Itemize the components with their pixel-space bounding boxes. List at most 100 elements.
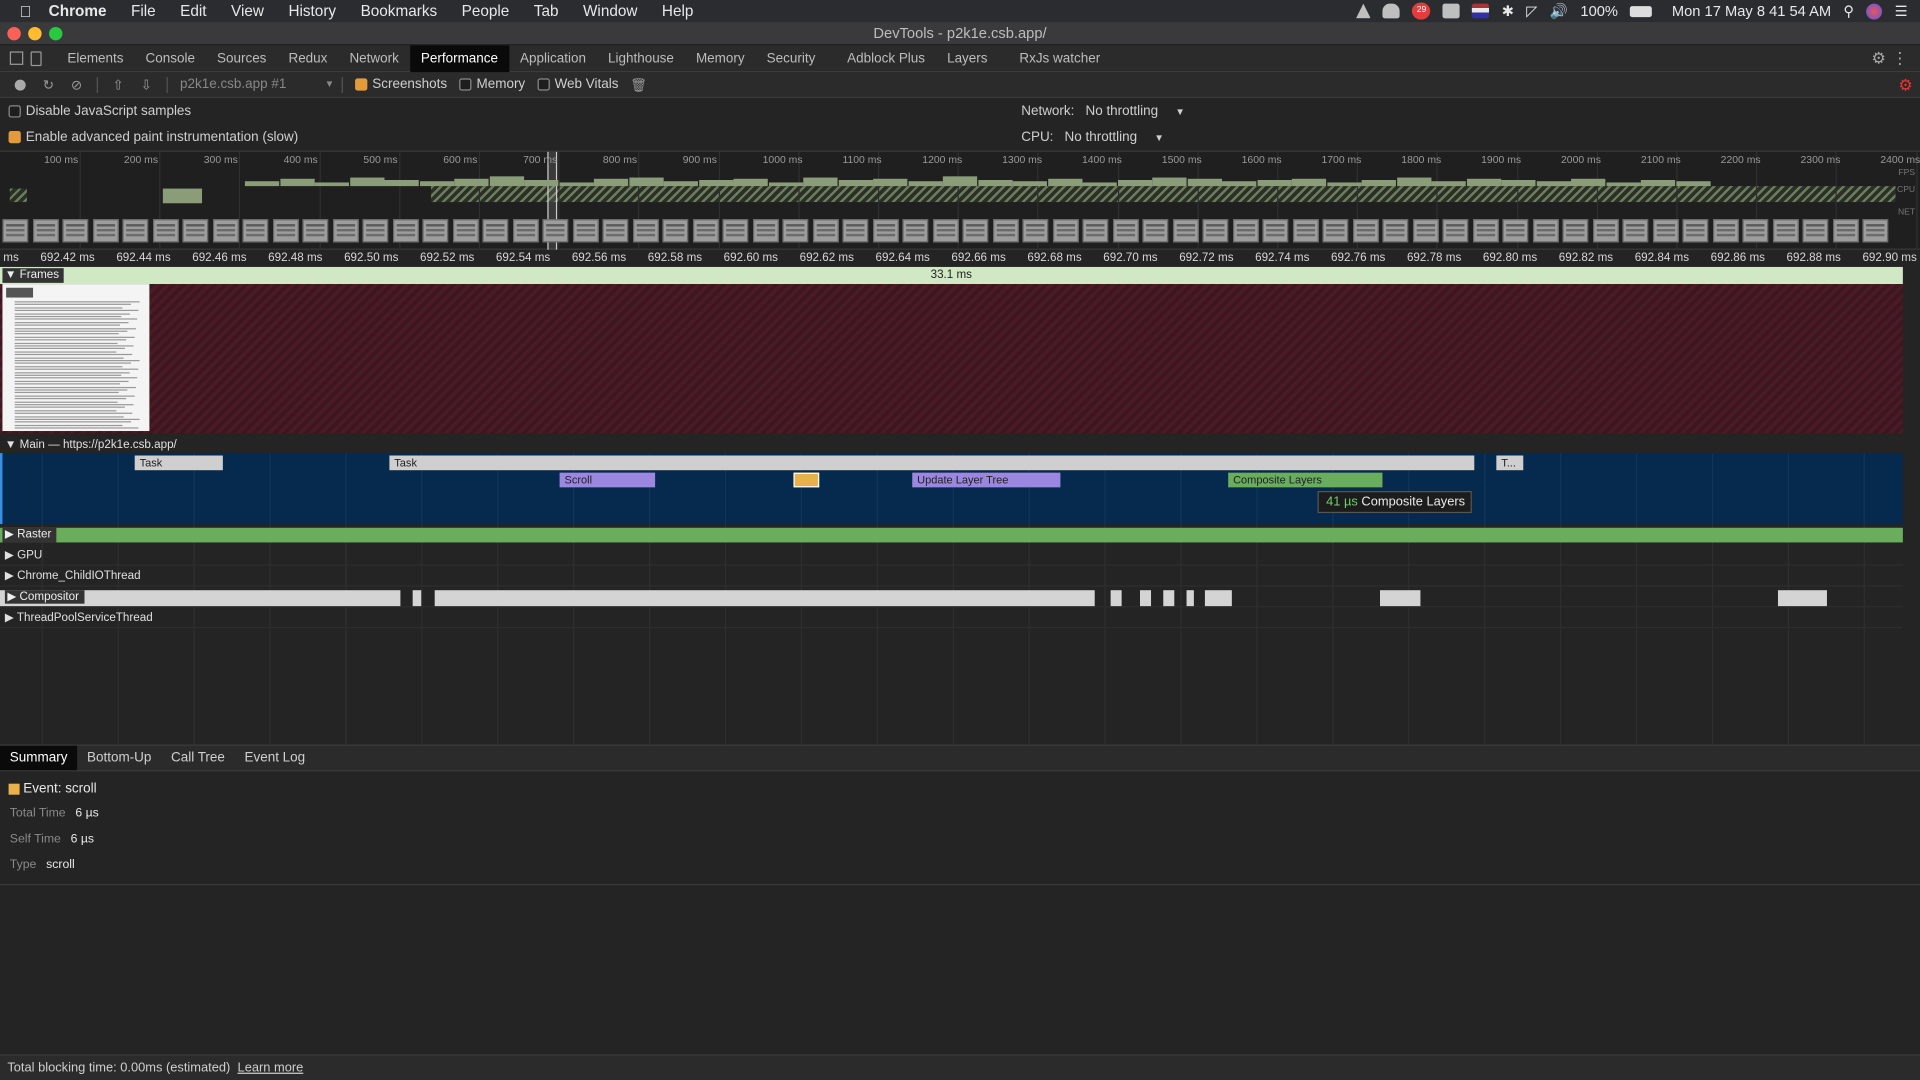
menu-history[interactable]: History xyxy=(288,2,336,19)
filmstrip-thumbnail[interactable] xyxy=(1622,219,1649,243)
filmstrip-thumbnail[interactable] xyxy=(452,219,479,243)
tab-adblock-plus[interactable]: Adblock Plus xyxy=(836,45,936,72)
filmstrip-thumbnail[interactable] xyxy=(1382,219,1409,243)
filmstrip-thumbnail[interactable] xyxy=(92,219,119,243)
filmstrip-thumbnail[interactable] xyxy=(1442,219,1469,243)
trash-icon[interactable]: 🗑 xyxy=(630,77,647,93)
compositor-task-bar[interactable] xyxy=(434,590,1095,607)
menu-view[interactable]: View xyxy=(231,2,264,19)
menu-file[interactable]: File xyxy=(131,2,156,19)
filmstrip-thumbnail[interactable] xyxy=(1472,219,1499,243)
disable-js-samples-checkbox[interactable] xyxy=(8,105,21,118)
filmstrip-thumbnail[interactable] xyxy=(1352,219,1379,243)
filmstrip-thumbnail[interactable] xyxy=(1262,219,1289,243)
vlc-icon[interactable] xyxy=(1356,3,1371,19)
compositor-task-bar[interactable] xyxy=(1163,590,1175,607)
filmstrip-thumbnail[interactable] xyxy=(992,219,1019,243)
filmstrip-thumbnail[interactable] xyxy=(842,219,869,243)
menu-app-chrome[interactable]: Chrome xyxy=(49,2,107,19)
tab-lighthouse[interactable]: Lighthouse xyxy=(597,45,685,72)
filmstrip-thumbnail[interactable] xyxy=(1202,219,1229,243)
headphones-icon[interactable] xyxy=(1382,3,1401,19)
filmstrip-thumbnail[interactable] xyxy=(1322,219,1349,243)
filmstrip-thumbnail[interactable] xyxy=(1082,219,1109,243)
filmstrip-thumbnail[interactable] xyxy=(602,219,629,243)
filmstrip-thumbnail[interactable] xyxy=(62,219,89,243)
more-options-icon[interactable]: ⋮ xyxy=(1892,49,1908,69)
wifi-icon[interactable]: ◸ xyxy=(1526,2,1537,19)
filmstrip-thumbnail[interactable] xyxy=(1502,219,1529,243)
frame-duration[interactable]: 33.1 ms xyxy=(931,268,972,281)
filmstrip-thumbnail[interactable] xyxy=(512,219,539,243)
filmstrip-thumbnail[interactable] xyxy=(242,219,269,243)
task-event[interactable]: Task xyxy=(389,455,1475,471)
filmstrip-thumbnail[interactable] xyxy=(32,219,59,243)
menu-help[interactable]: Help xyxy=(662,2,693,19)
filmstrip-thumbnail[interactable] xyxy=(692,219,719,243)
compositor-task-bar[interactable] xyxy=(1204,590,1232,607)
filmstrip-thumbnail[interactable] xyxy=(1742,219,1769,243)
compositor-task-bar[interactable] xyxy=(1140,590,1152,607)
tab-bottom-up[interactable]: Bottom-Up xyxy=(77,746,161,770)
network-throttle-select[interactable]: No throttling ▼ xyxy=(1085,104,1184,119)
menu-people[interactable]: People xyxy=(462,2,510,19)
tab-memory[interactable]: Memory xyxy=(685,45,756,72)
compositor-task-bar[interactable] xyxy=(1380,590,1421,607)
filmstrip-thumbnail[interactable] xyxy=(1712,219,1739,243)
filmstrip-thumbnail[interactable] xyxy=(1022,219,1049,243)
filmstrip-thumbnail[interactable] xyxy=(362,219,389,243)
settings-gear-icon[interactable]: ⚙ xyxy=(1871,49,1885,69)
filmstrip-thumbnail[interactable] xyxy=(902,219,929,243)
download-profile-icon[interactable]: ⇩ xyxy=(138,77,154,93)
filmstrip-thumbnail[interactable] xyxy=(1832,219,1859,243)
filmstrip-thumbnail[interactable] xyxy=(1652,219,1679,243)
task-event[interactable]: Task xyxy=(134,455,223,471)
advanced-paint-checkbox[interactable] xyxy=(8,131,21,144)
siri-icon[interactable] xyxy=(1866,3,1883,19)
filmstrip-thumbnail[interactable] xyxy=(392,219,419,243)
tab-security[interactable]: Security xyxy=(756,45,827,72)
clear-icon[interactable]: ⊘ xyxy=(69,77,85,93)
search-icon[interactable]: ⚲ xyxy=(1843,2,1854,19)
zoom-window-button[interactable] xyxy=(48,26,63,41)
compositor-task-bar[interactable] xyxy=(412,590,422,607)
filmstrip-thumbnail[interactable] xyxy=(422,219,449,243)
filmstrip-thumbnail[interactable] xyxy=(1772,219,1799,243)
filmstrip-thumbnail[interactable] xyxy=(272,219,299,243)
web-vitals-checkbox[interactable] xyxy=(537,78,550,91)
volume-icon[interactable]: 🔊 xyxy=(1550,2,1568,19)
selected-scroll-event[interactable] xyxy=(793,472,820,488)
capture-settings-gear-icon[interactable]: ⚙ xyxy=(1898,76,1912,96)
filmstrip-thumbnail[interactable] xyxy=(1802,219,1829,243)
device-toolbar-icon[interactable] xyxy=(30,50,42,66)
tab-rxjs-watcher[interactable]: RxJs watcher xyxy=(1008,45,1111,72)
airplay-icon[interactable] xyxy=(1442,3,1461,19)
battery-icon[interactable] xyxy=(1630,5,1653,17)
clock[interactable]: Mon 17 May 8 41 54 AM xyxy=(1672,2,1831,19)
filmstrip-thumbnail[interactable] xyxy=(212,219,239,243)
filmstrip-thumbnail[interactable] xyxy=(2,219,29,243)
filmstrip-thumbnail[interactable] xyxy=(542,219,569,243)
menu-tab[interactable]: Tab xyxy=(534,2,559,19)
upload-profile-icon[interactable]: ⇧ xyxy=(110,77,126,93)
filmstrip-thumbnail[interactable] xyxy=(632,219,659,243)
filmstrip-thumbnail[interactable] xyxy=(1052,219,1079,243)
menu-window[interactable]: Window xyxy=(583,2,637,19)
filmstrip-thumbnail[interactable] xyxy=(1592,219,1619,243)
close-window-button[interactable] xyxy=(7,26,21,41)
filmstrip-thumbnail[interactable] xyxy=(332,219,359,243)
learn-more-link[interactable]: Learn more xyxy=(238,1060,304,1075)
filmstrip-thumbnail[interactable] xyxy=(572,219,599,243)
filmstrip-thumbnail[interactable] xyxy=(722,219,749,243)
filmstrip-thumbnail[interactable] xyxy=(482,219,509,243)
tab-application[interactable]: Application xyxy=(509,45,597,72)
tab-layers[interactable]: Layers xyxy=(936,45,998,72)
tab-console[interactable]: Console xyxy=(135,45,206,72)
frames-label[interactable]: ▼ Frames xyxy=(2,268,64,283)
frames-track-header[interactable]: ▼ Frames 33.1 ms xyxy=(0,266,1903,285)
inspect-element-icon[interactable] xyxy=(9,51,24,65)
tab-summary[interactable]: Summary xyxy=(0,745,78,771)
task-event[interactable]: T... xyxy=(1496,455,1524,471)
filmstrip-thumbnail[interactable] xyxy=(1232,219,1259,243)
bluetooth-icon[interactable]: ✱ xyxy=(1502,2,1514,19)
